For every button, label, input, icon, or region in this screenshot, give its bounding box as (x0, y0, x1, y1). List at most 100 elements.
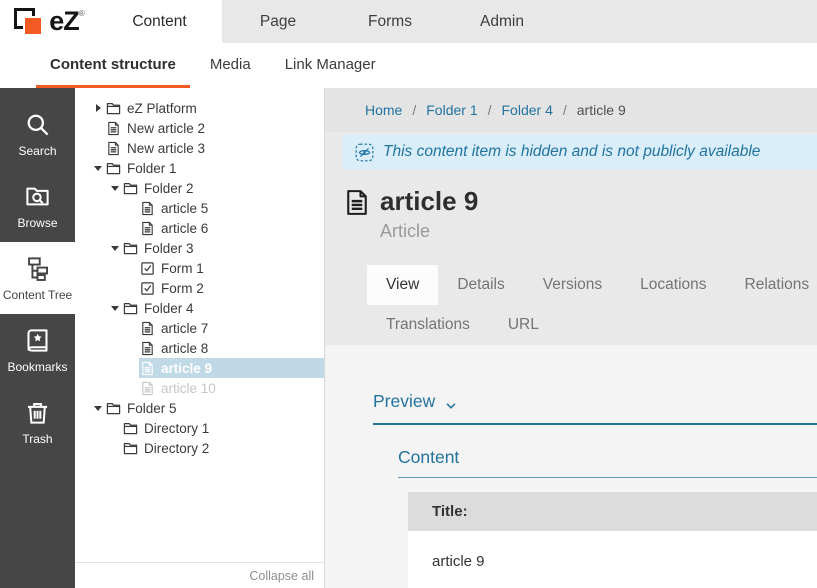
tree-item-article-5[interactable]: article 5 (75, 198, 324, 218)
registered-mark: ® (79, 9, 84, 18)
sidebar-item-label: Browse (17, 216, 57, 230)
folder-icon (123, 421, 138, 436)
form-icon (140, 281, 155, 296)
breadcrumb-link-folder-4[interactable]: Folder 4 (502, 102, 553, 118)
top-tab-admin[interactable]: Admin (446, 0, 558, 43)
expander-expanded-icon[interactable] (108, 186, 122, 191)
tab-url[interactable]: URL (489, 305, 558, 345)
article-icon (140, 221, 155, 236)
sidebar-item-label: Content Tree (3, 288, 72, 302)
tree-item-label: Form 2 (161, 281, 204, 296)
tree-item-article-10[interactable]: article 10 (75, 378, 324, 398)
tab-locations[interactable]: Locations (621, 265, 725, 305)
folder-icon (123, 301, 138, 316)
ez-logo-icon (13, 5, 49, 39)
top-tab-content[interactable]: Content (97, 0, 222, 43)
ez-logo-text: eZ® (49, 8, 83, 35)
hidden-content-notice-text: This content item is hidden and is not p… (383, 143, 760, 161)
expander-expanded-icon[interactable] (108, 306, 122, 311)
main-pane: Home/Folder 1/Folder 4/article 9 This co… (325, 88, 817, 588)
top-tabs: ContentPageFormsAdmin (97, 0, 558, 43)
tree-item-folder-4[interactable]: Folder 4 (75, 298, 324, 318)
content-type-label: Article (380, 221, 478, 242)
page-title: article 9 (380, 186, 478, 216)
content-tree-panel: eZ Platform New article 2New article 3 Fol… (75, 88, 325, 588)
tab-view[interactable]: View (367, 265, 438, 305)
folder-icon (123, 181, 138, 196)
sidebar-item-search[interactable]: Search (0, 98, 75, 170)
left-sidebar: Search Browse Content Tree BookmarksTrash (0, 88, 75, 588)
tree-item-folder-2[interactable]: Folder 2 (75, 178, 324, 198)
tree-item-folder-3[interactable]: Folder 3 (75, 238, 324, 258)
tree-item-label: Folder 4 (144, 301, 194, 316)
subnav-tab-link-manager[interactable]: Link Manager (271, 43, 390, 88)
tab-relations[interactable]: Relations (726, 265, 817, 305)
field-table: Title: article 9 (408, 492, 817, 588)
expander-expanded-icon[interactable] (91, 166, 105, 171)
hidden-content-notice: This content item is hidden and is not p… (343, 135, 817, 169)
sidebar-item-trash[interactable]: Trash (0, 386, 75, 458)
sidebar-item-bookmarks[interactable]: Bookmarks (0, 314, 75, 386)
ez-logo[interactable]: eZ® (0, 0, 97, 43)
chevron-down-icon (444, 395, 458, 409)
tree-item-label: article 7 (161, 321, 208, 336)
tree-item-label: Folder 1 (127, 161, 177, 176)
expander-expanded-icon[interactable] (91, 406, 105, 411)
expander-collapsed-icon[interactable] (91, 104, 105, 112)
breadcrumb-current: article 9 (577, 102, 626, 118)
field-label: Title: (408, 492, 817, 531)
article-icon (106, 121, 121, 136)
tree-item-article-8[interactable]: article 8 (75, 338, 324, 358)
tree-item-label: Folder 2 (144, 181, 194, 196)
sidebar-item-content-tree[interactable]: Content Tree (0, 242, 75, 314)
tree-item-label: eZ Platform (127, 101, 197, 116)
tree-item-label: article 9 (161, 361, 212, 376)
tree-item-label: Folder 5 (127, 401, 177, 416)
field-value: article 9 (408, 531, 817, 588)
tab-details[interactable]: Details (438, 265, 523, 305)
tree-item-new-article-3[interactable]: New article 3 (75, 138, 324, 158)
hidden-eye-icon (355, 143, 374, 162)
article-icon (140, 321, 155, 336)
tree-item-directory-2[interactable]: Directory 2 (75, 438, 324, 458)
breadcrumb-link-home[interactable]: Home (365, 102, 402, 118)
content-tree-icon (24, 255, 51, 282)
tab-versions[interactable]: Versions (524, 265, 621, 305)
expander-expanded-icon[interactable] (108, 246, 122, 251)
tree-item-form-1[interactable]: Form 1 (75, 258, 324, 278)
tab-content: Preview Content Title: article 9 (325, 345, 817, 588)
collapse-all-button[interactable]: Collapse all (75, 562, 324, 588)
subnav-tab-content-structure[interactable]: Content structure (36, 43, 190, 88)
folder-icon (106, 401, 121, 416)
tree-item-article-6[interactable]: article 6 (75, 218, 324, 238)
top-tab-forms[interactable]: Forms (334, 0, 446, 43)
content-section: Content Title: article 9 (398, 447, 817, 588)
breadcrumb-separator: / (563, 102, 567, 118)
tree-item-article-9[interactable]: article 9 (75, 358, 324, 378)
top-tab-page[interactable]: Page (222, 0, 334, 43)
folder-icon (123, 441, 138, 456)
subnav-tab-media[interactable]: Media (196, 43, 265, 88)
tab-translations[interactable]: Translations (367, 305, 489, 345)
preview-toggle[interactable]: Preview (373, 391, 817, 425)
tree-item-ez-platform[interactable]: eZ Platform (75, 98, 324, 118)
article-icon (343, 186, 371, 242)
breadcrumb-link-folder-1[interactable]: Folder 1 (426, 102, 477, 118)
tree-item-new-article-2[interactable]: New article 2 (75, 118, 324, 138)
sidebar-item-browse[interactable]: Browse (0, 170, 75, 242)
tree-item-label: article 10 (161, 381, 216, 396)
tree-item-folder-1[interactable]: Folder 1 (75, 158, 324, 178)
sidebar-item-label: Search (18, 144, 56, 158)
top-bar: eZ® ContentPageFormsAdmin (0, 0, 817, 43)
tree-item-folder-5[interactable]: Folder 5 (75, 398, 324, 418)
tree-item-form-2[interactable]: Form 2 (75, 278, 324, 298)
tree-item-label: Directory 2 (144, 441, 209, 456)
tree-item-directory-1[interactable]: Directory 1 (75, 418, 324, 438)
tree-item-label: Directory 1 (144, 421, 209, 436)
tree-rows: eZ Platform New article 2New article 3 Fol… (75, 98, 324, 458)
sub-navigation: Content structureMediaLink Manager (0, 43, 817, 88)
trash-icon (24, 399, 51, 426)
folder-icon (123, 241, 138, 256)
tree-item-article-7[interactable]: article 7 (75, 318, 324, 338)
tree-item-label: article 5 (161, 201, 208, 216)
